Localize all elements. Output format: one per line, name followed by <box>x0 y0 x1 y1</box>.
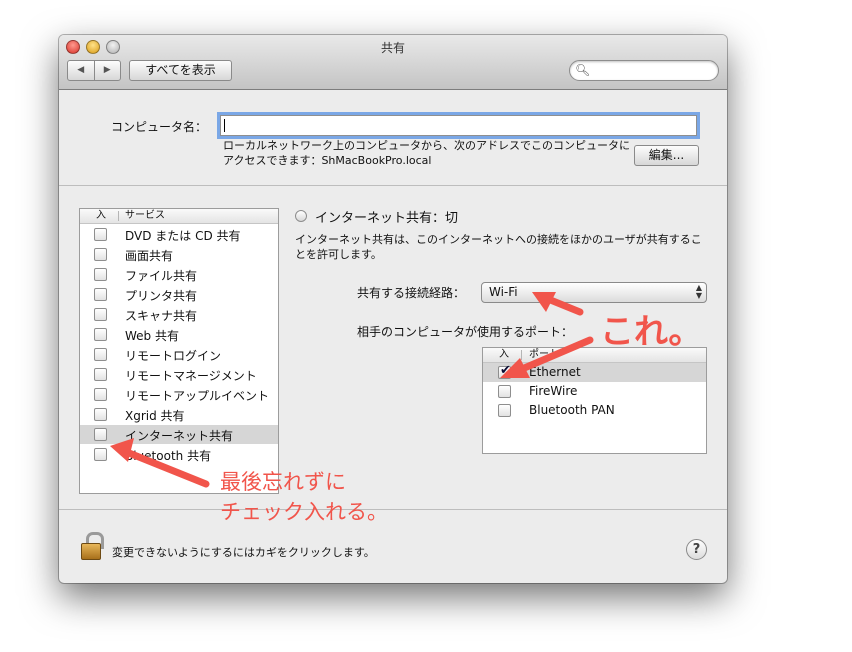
annotation-arrows <box>110 292 594 488</box>
arrow-to-internet-sharing <box>120 447 210 488</box>
annotation-note-2: チェック入れる。 <box>220 500 388 524</box>
arrow-to-ethernet <box>518 336 594 373</box>
arrowhead-internet-sharing <box>110 438 134 462</box>
arrow-to-wifi <box>544 295 584 316</box>
annotation-kore: これ。 <box>600 312 703 352</box>
annotation-note-1: 最後忘れずに <box>220 470 346 494</box>
